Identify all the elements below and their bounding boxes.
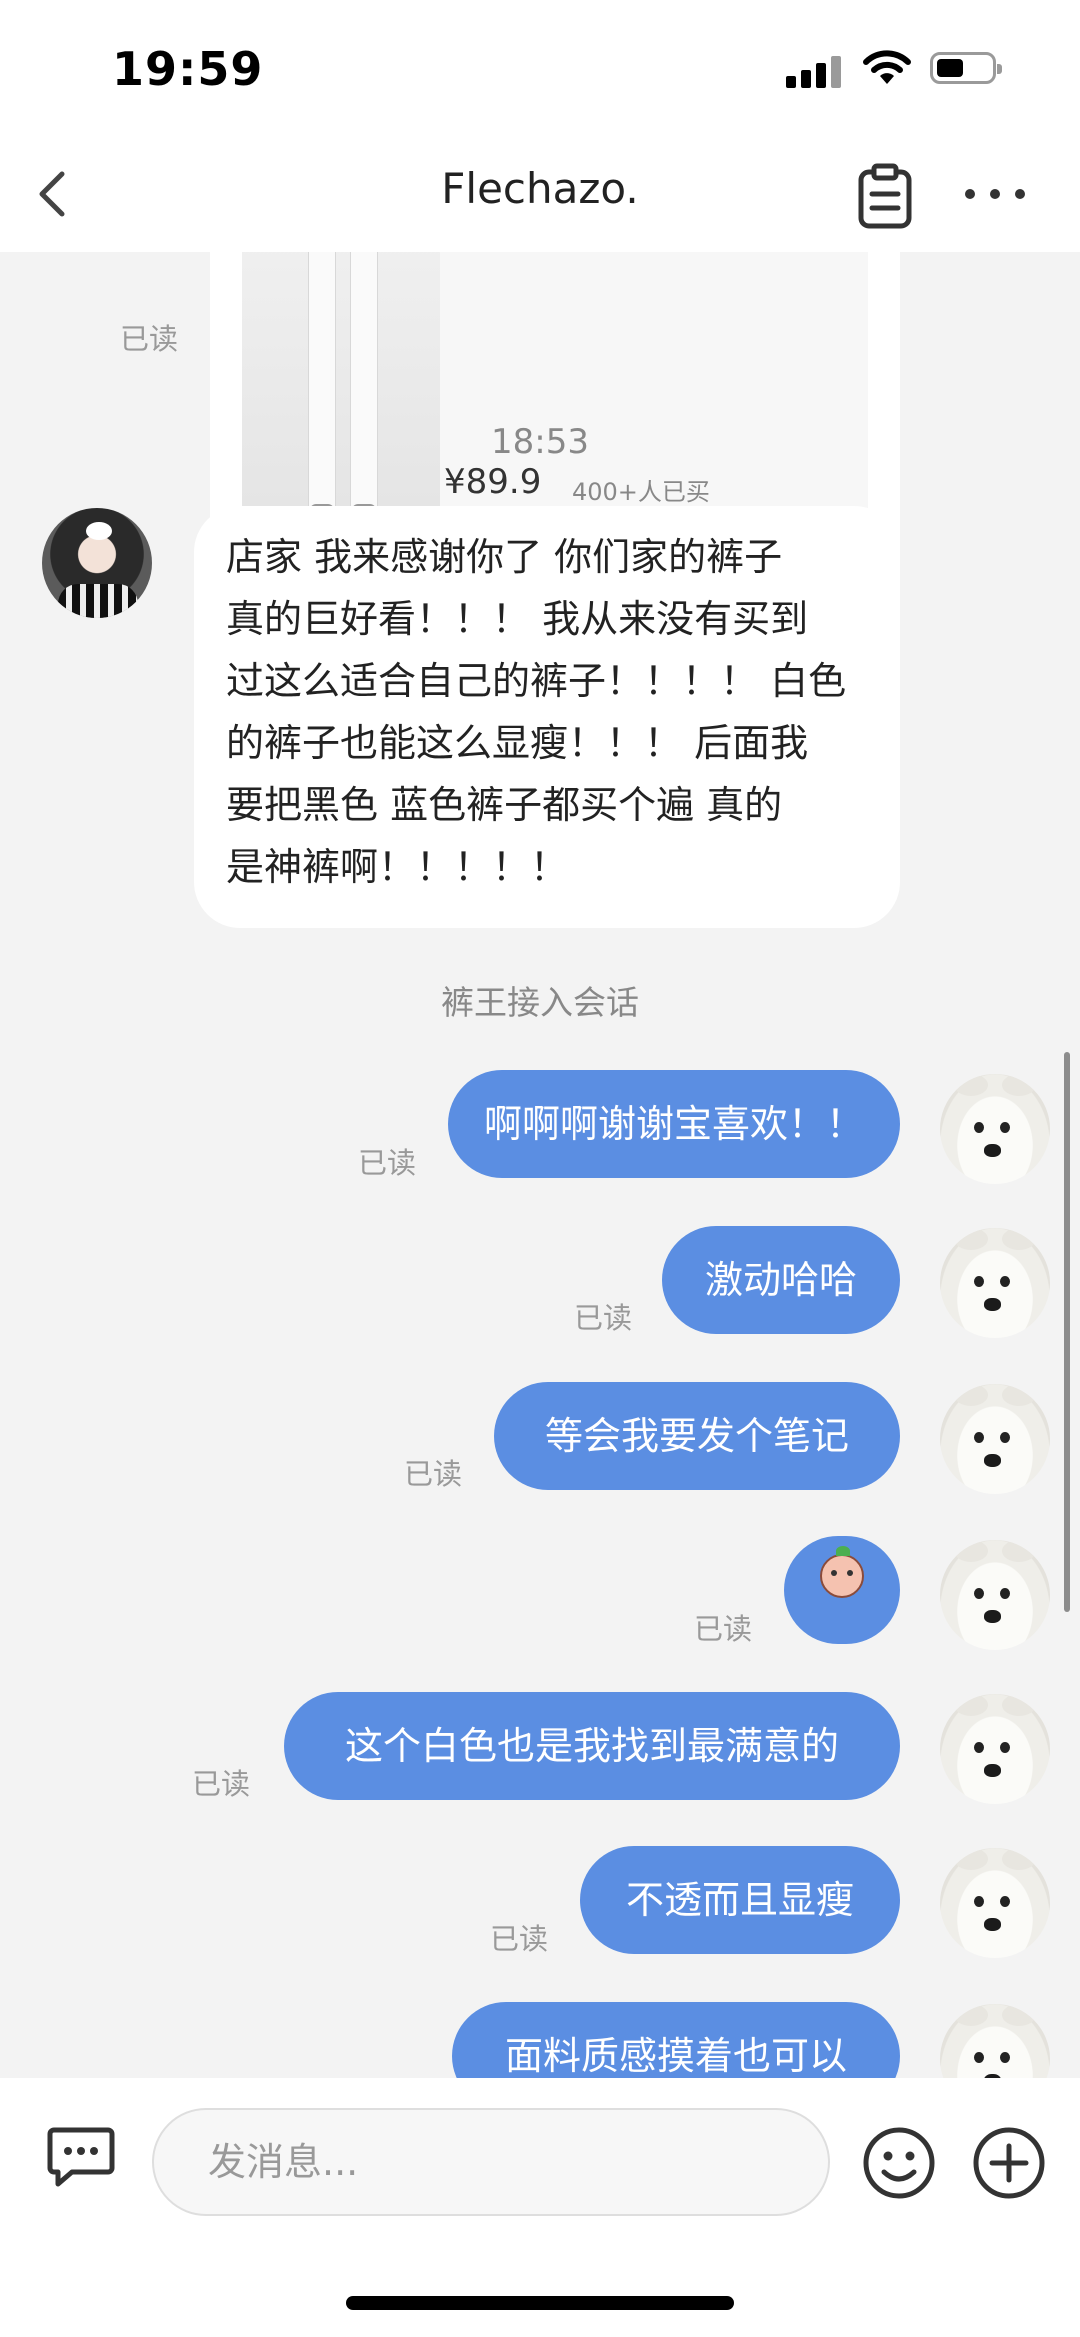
outgoing-message-bubble[interactable]: 激动哈哈 <box>662 1226 900 1334</box>
shop-avatar[interactable] <box>940 2004 1050 2078</box>
incoming-message-bubble[interactable]: 店家 我来感谢你了 你们家的裤子 真的巨好看！！！ 我从来没有买到 过这么适合自… <box>194 506 900 928</box>
page-title: Flechazo. <box>441 164 639 213</box>
smiley-icon[interactable] <box>862 2126 936 2200</box>
wifi-icon <box>863 50 911 84</box>
message-input[interactable]: 发消息... <box>152 2108 830 2216</box>
outgoing-message-bubble[interactable]: 面料质感摸着也可以 <box>452 2002 900 2078</box>
product-price: ¥89.9 <box>444 462 542 502</box>
outgoing-message-bubble[interactable]: 等会我要发个笔记 <box>494 1382 900 1490</box>
status-time: 19:59 <box>112 42 264 96</box>
read-receipt: 已读 <box>362 2070 420 2078</box>
product-image <box>242 252 440 528</box>
outgoing-message-bubble[interactable]: 这个白色也是我找到最满意的 <box>284 1692 900 1800</box>
message-line: 是神裤啊！！！！！ <box>226 845 569 889</box>
read-receipt: 已读 <box>192 1767 251 1801</box>
read-receipt: 已读 <box>694 1612 753 1646</box>
read-receipt: 已读 <box>490 1922 549 1956</box>
message-line: 过这么适合自己的裤子！！！！ 白色 <box>226 659 847 703</box>
shop-avatar[interactable] <box>940 1074 1050 1184</box>
status-bar: 19:59 <box>0 0 1080 140</box>
message-line: 真的巨好看！！！ 我从来没有买到 <box>226 597 809 641</box>
input-bar: 发消息... <box>0 2078 1080 2337</box>
crying-peach-emoji <box>820 1546 864 1598</box>
read-receipt: 已读 <box>358 1146 417 1180</box>
battery-icon <box>930 52 1002 84</box>
message-line: 的裤子也能这么显瘦！！！ 后面我 <box>226 721 809 765</box>
nav-bar: Flechazo. <box>0 140 1080 252</box>
chat-bubble-icon[interactable] <box>46 2124 116 2188</box>
cellular-signal-icon <box>786 54 842 88</box>
scrollbar[interactable] <box>1064 1052 1070 1612</box>
product-sold-count: 400+人已买 <box>572 478 710 506</box>
outgoing-emoji-bubble[interactable] <box>784 1536 900 1644</box>
shop-avatar[interactable] <box>940 1848 1050 1958</box>
read-receipt: 已读 <box>404 1457 463 1491</box>
outgoing-message-bubble[interactable]: 啊啊啊谢谢宝喜欢！！ <box>448 1070 900 1178</box>
message-line: 要把黑色 蓝色裤子都买个遍 真的 <box>226 783 783 827</box>
message-line: 店家 我来感谢你了 你们家的裤子 <box>226 535 783 579</box>
shop-avatar[interactable] <box>940 1540 1050 1650</box>
read-receipt: 已读 <box>120 322 179 356</box>
shop-avatar[interactable] <box>940 1228 1050 1338</box>
system-note: 裤王接入会话 <box>441 983 639 1022</box>
customer-avatar[interactable] <box>42 508 152 618</box>
read-receipt: 已读 <box>574 1301 633 1335</box>
chat-area[interactable]: ¥89.9 400+人已买 已读 18:53 店家 我来感谢你了 你们家的裤子 … <box>0 252 1080 2078</box>
shop-avatar[interactable] <box>940 1694 1050 1804</box>
clipboard-icon[interactable] <box>852 160 918 232</box>
plus-circle-icon[interactable] <box>972 2126 1046 2200</box>
home-indicator[interactable] <box>346 2296 734 2310</box>
outgoing-message-bubble[interactable]: 不透而且显瘦 <box>580 1846 900 1954</box>
more-dots-icon[interactable] <box>960 174 1030 214</box>
message-timestamp: 18:53 <box>491 422 589 462</box>
shop-avatar[interactable] <box>940 1384 1050 1494</box>
